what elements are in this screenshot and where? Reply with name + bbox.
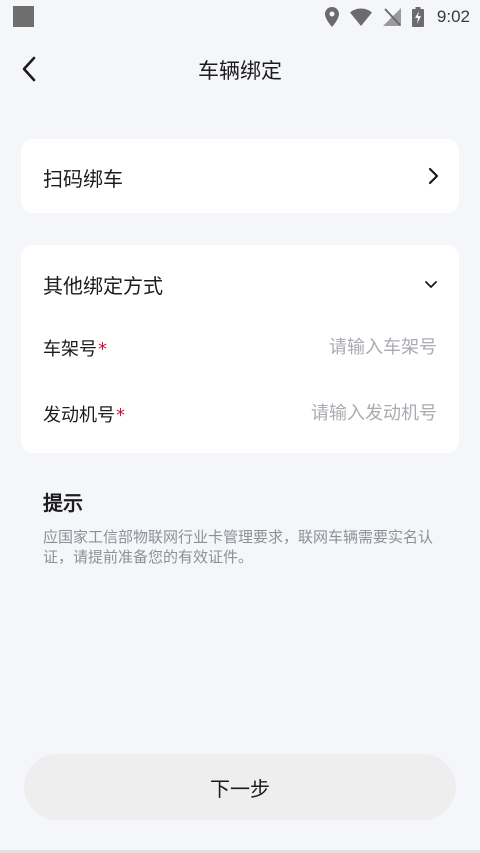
scan-bind-label: 扫码绑车 [43, 167, 123, 191]
other-bind-header[interactable]: 其他绑定方式 [21, 245, 459, 321]
other-bind-title: 其他绑定方式 [43, 274, 163, 298]
battery-charging-icon [411, 7, 424, 27]
engine-number-input[interactable] [217, 398, 437, 428]
location-icon [324, 7, 339, 27]
scan-bind-card[interactable]: 扫码绑车 [21, 139, 459, 213]
engine-number-row: 发动机号* [21, 388, 459, 438]
engine-number-label: 发动机号* [43, 405, 125, 426]
header: 车辆绑定 [0, 40, 480, 100]
wifi-icon [349, 8, 372, 26]
vin-input[interactable] [217, 332, 437, 362]
status-icons: 9:02 [324, 4, 470, 30]
status-bar: 9:02 [0, 0, 480, 34]
tip-text: 应国家工信部物联网行业卡管理要求，联网车辆需要实名认证，请提前准备您的有效证件。 [43, 528, 434, 566]
vin-label: 车架号* [43, 339, 107, 360]
next-step-button[interactable]: 下一步 [24, 754, 456, 820]
tip-title: 提示 [43, 491, 83, 515]
page-title: 车辆绑定 [198, 59, 282, 83]
chevron-right-icon [428, 167, 439, 185]
other-bind-card: 其他绑定方式 车架号* 发动机号* [21, 245, 459, 453]
chevron-down-icon [425, 281, 437, 288]
required-mark: * [116, 405, 125, 426]
status-time: 9:02 [436, 7, 470, 26]
notification-icon [13, 6, 34, 27]
vin-row: 车架号* [21, 322, 459, 372]
required-mark: * [98, 339, 107, 360]
no-signal-icon [382, 8, 401, 26]
